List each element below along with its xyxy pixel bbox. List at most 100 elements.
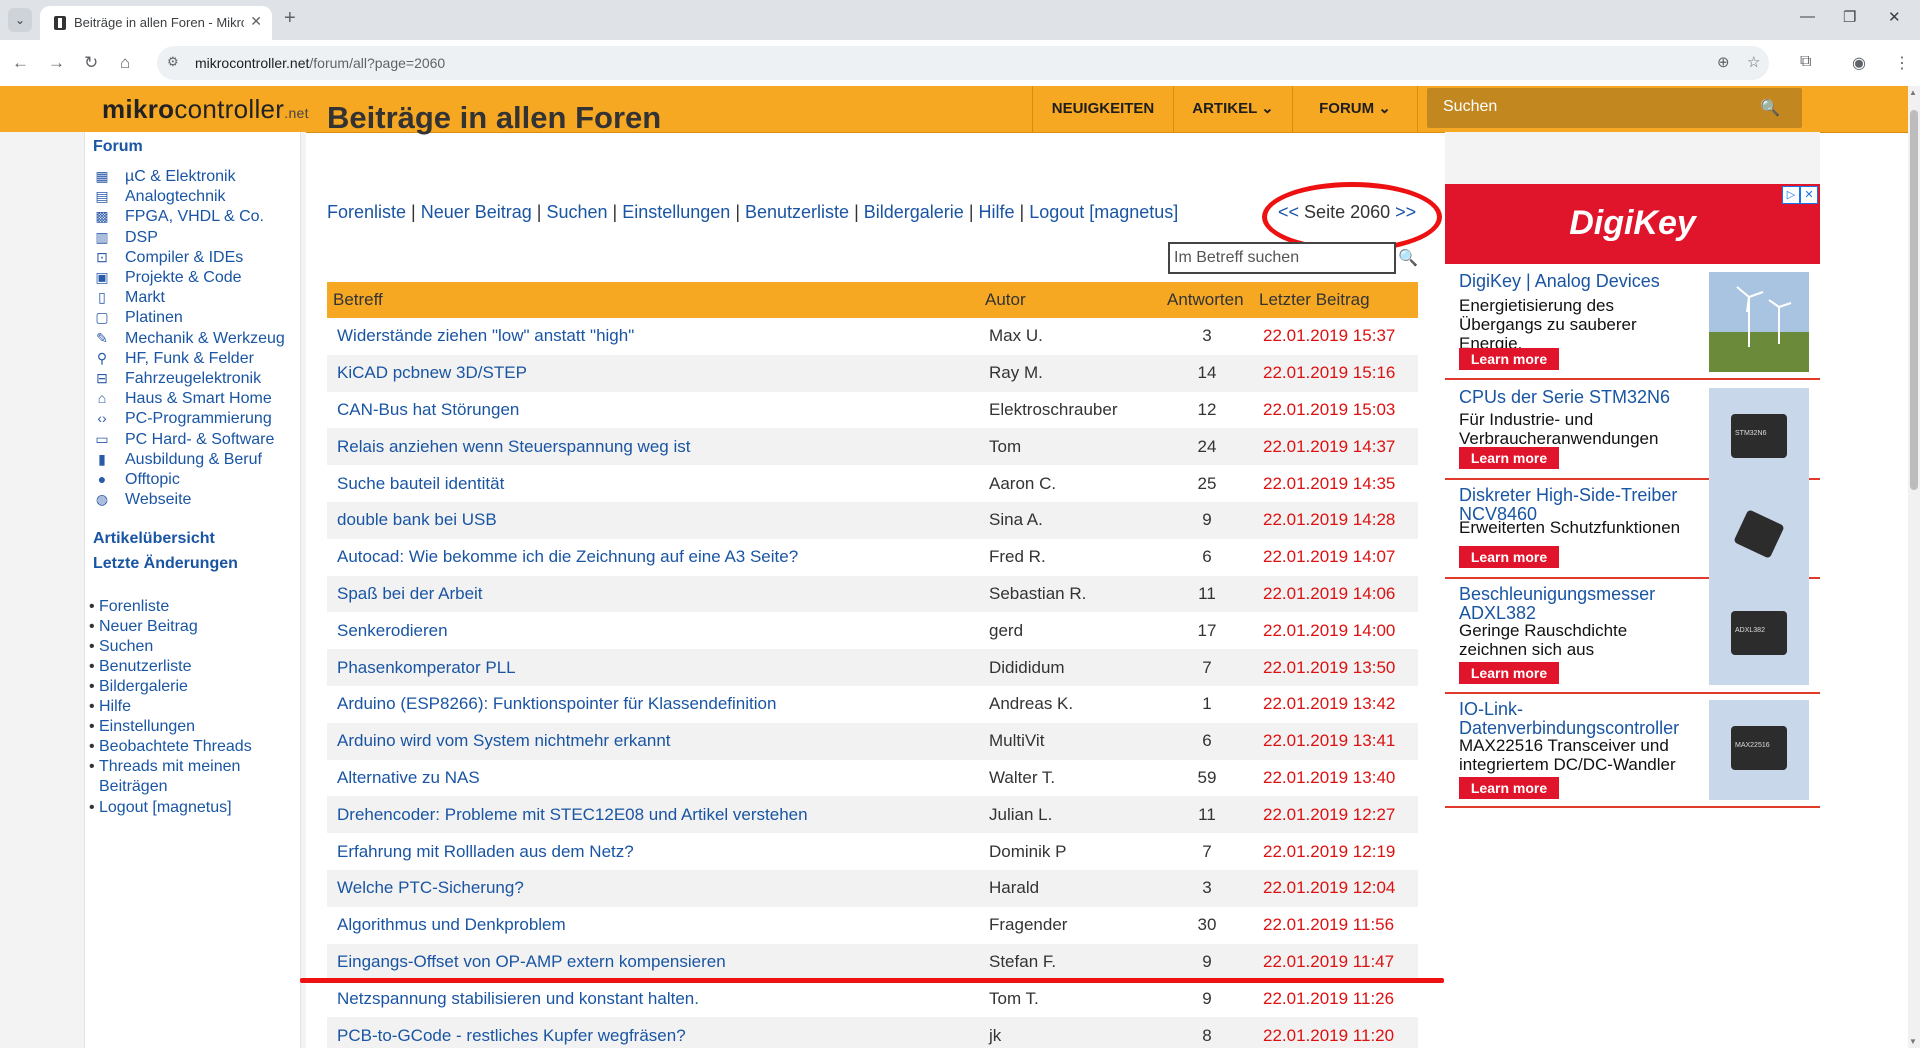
sidebar-forum-item[interactable]: ‹› PC-Programmierung <box>93 410 271 428</box>
sidebar-link[interactable]: Benutzerliste <box>89 658 191 676</box>
site-logo[interactable]: mikrocontroller.net <box>102 94 309 125</box>
ad-item[interactable]: Diskreter High-Side-Treiber NCV8460 Erwei… <box>1445 478 1820 586</box>
back-icon[interactable]: ← <box>12 53 29 73</box>
sidebar-latest-changes[interactable]: Letzte Änderungen <box>93 555 238 573</box>
nav-link[interactable]: Bildergalerie <box>864 202 964 222</box>
thread-subject-link[interactable]: Senkerodieren <box>327 612 979 649</box>
ad-item[interactable]: CPUs der Serie STM32N6 Für Industrie- und… <box>1445 380 1820 488</box>
browser-menu-icon[interactable]: ⋮ <box>1894 53 1910 73</box>
col-autor[interactable]: Autor <box>979 282 1161 318</box>
thread-last-post[interactable]: 22.01.2019 13:50 <box>1253 649 1418 686</box>
sidebar-link[interactable]: Logout [magnetus] <box>89 799 232 817</box>
thread-last-post[interactable]: 22.01.2019 12:27 <box>1253 796 1418 834</box>
menu-artikel[interactable]: ARTIKEL ⌄ <box>1173 86 1292 132</box>
thread-last-post[interactable]: 22.01.2019 15:37 <box>1253 318 1418 355</box>
sidebar-forum-item[interactable]: ⊟ Fahrzeugelektronik <box>93 370 261 388</box>
ad-item[interactable]: Beschleunigungsmesser ADXL382 Geringe Rau… <box>1445 577 1820 694</box>
new-tab-icon[interactable]: + <box>284 7 296 30</box>
thread-last-post[interactable]: 22.01.2019 14:00 <box>1253 612 1418 649</box>
thread-last-post[interactable]: 22.01.2019 11:26 <box>1253 980 1418 1017</box>
scrollbar-thumb[interactable] <box>1910 110 1918 490</box>
sidebar-forum-item[interactable]: ▩ FPGA, VHDL & Co. <box>93 208 264 226</box>
home-icon[interactable]: ⌂ <box>120 53 130 73</box>
ad-title[interactable]: DigiKey | Analog Devices <box>1459 272 1699 291</box>
ad-close-icon[interactable]: ✕ <box>1800 186 1818 204</box>
search-icon[interactable]: 🔍 <box>1760 98 1780 118</box>
thread-last-post[interactable]: 22.01.2019 14:07 <box>1253 539 1418 576</box>
learn-more-button[interactable]: Learn more <box>1459 662 1559 684</box>
subject-search-input[interactable]: Im Betreff suchen <box>1168 242 1396 274</box>
thread-subject-link[interactable]: Eingangs-Offset von OP-AMP extern kompen… <box>327 943 979 981</box>
sidebar-forum-item[interactable]: ▮ Ausbildung & Beruf <box>93 451 262 469</box>
nav-link[interactable]: Forenliste <box>327 202 406 222</box>
menu-neuigkeiten[interactable]: NEUIGKEITEN <box>1032 86 1173 132</box>
ad-title[interactable]: Beschleunigungsmesser ADXL382 <box>1459 585 1699 623</box>
sidebar-link[interactable]: Neuer Beitrag <box>89 618 198 636</box>
sidebar-link[interactable]: Threads mit meinen <box>89 758 240 776</box>
site-info-icon[interactable]: ⚙ <box>167 54 179 70</box>
thread-subject-link[interactable]: Autocad: Wie bekomme ich die Zeichnung a… <box>327 539 979 576</box>
minimize-icon[interactable]: — <box>1800 8 1815 25</box>
learn-more-button[interactable]: Learn more <box>1459 447 1559 469</box>
thread-last-post[interactable]: 22.01.2019 13:42 <box>1253 686 1418 723</box>
thread-last-post[interactable]: 22.01.2019 11:20 <box>1253 1017 1418 1048</box>
sidebar-forum-item[interactable]: ▯ Markt <box>93 289 165 307</box>
nav-link[interactable]: Suchen <box>546 202 607 222</box>
thread-subject-link[interactable]: Arduino wird vom System nichtmehr erkann… <box>327 722 979 760</box>
sidebar-forum-item[interactable]: ▢ Platinen <box>93 309 182 327</box>
thread-subject-link[interactable]: KiCAD pcbnew 3D/STEP <box>327 354 979 392</box>
thread-last-post[interactable]: 22.01.2019 14:37 <box>1253 428 1418 466</box>
thread-last-post[interactable]: 22.01.2019 14:35 <box>1253 465 1418 502</box>
extensions-icon[interactable]: ⧉ <box>1800 53 1811 71</box>
sidebar-forum-item[interactable]: ⌂ Haus & Smart Home <box>93 390 272 408</box>
thread-subject-link[interactable]: Arduino (ESP8266): Funktionspointer für … <box>327 686 979 723</box>
ad-item[interactable]: IO-Link-Datenverbindungscontroller MAX225… <box>1445 692 1820 808</box>
sidebar-forum-heading[interactable]: Forum <box>93 138 143 156</box>
sidebar-articles-overview[interactable]: Artikelübersicht <box>93 530 215 548</box>
thread-subject-link[interactable]: Spaß bei der Arbeit <box>327 575 979 613</box>
url-text[interactable]: mikrocontroller.net/forum/all?page=2060 <box>195 55 445 71</box>
sidebar-forum-item[interactable]: ◍ Webseite <box>93 491 192 509</box>
sidebar-forum-item[interactable]: ▣ Projekte & Code <box>93 269 241 287</box>
thread-last-post[interactable]: 22.01.2019 14:28 <box>1253 501 1418 539</box>
forward-icon[interactable]: → <box>48 53 65 73</box>
thread-last-post[interactable]: 22.01.2019 13:40 <box>1253 760 1418 797</box>
ad-title[interactable]: IO-Link-Datenverbindungscontroller <box>1459 700 1699 738</box>
col-letzter-beitrag[interactable]: Letzter Beitrag <box>1253 282 1418 318</box>
thread-last-post[interactable]: 22.01.2019 12:19 <box>1253 833 1418 870</box>
browser-tab[interactable]: Beiträge in allen Foren - Mikroc ✕ <box>40 6 272 40</box>
thread-last-post[interactable]: 22.01.2019 13:41 <box>1253 722 1418 760</box>
sidebar-link[interactable]: Suchen <box>89 638 153 656</box>
ad-title[interactable]: CPUs der Serie STM32N6 <box>1459 388 1699 407</box>
sidebar-forum-item[interactable]: ▤ Analogtechnik <box>93 188 225 206</box>
stm32-chip-image[interactable]: STM32N6 <box>1709 388 1809 488</box>
scroll-down-icon[interactable]: ▼ <box>1909 1037 1917 1046</box>
subject-search-icon[interactable]: 🔍 <box>1398 248 1418 268</box>
col-betreff[interactable]: Betreff <box>327 282 979 318</box>
window-close-icon[interactable]: ✕ <box>1888 8 1901 26</box>
nav-link[interactable]: Logout [magnetus] <box>1029 202 1178 222</box>
thread-last-post[interactable]: 22.01.2019 14:06 <box>1253 575 1418 613</box>
sidebar-link[interactable]: Beobachtete Threads <box>89 738 252 756</box>
thread-subject-link[interactable]: CAN-Bus hat Störungen <box>327 392 979 429</box>
sidebar-forum-item[interactable]: ▥ DSP <box>93 229 158 247</box>
learn-more-button[interactable]: Learn more <box>1459 546 1559 568</box>
thread-subject-link[interactable]: Relais anziehen wenn Steuerspannung weg … <box>327 428 979 466</box>
scroll-up-icon[interactable]: ▲ <box>1909 88 1917 97</box>
page-scrollbar[interactable]: ▲ ▼ <box>1908 86 1920 1048</box>
sidebar-link[interactable]: Beiträgen <box>99 778 168 796</box>
max22516-chip-image[interactable]: MAX22516 <box>1709 700 1809 800</box>
sidebar-link[interactable]: Forenliste <box>89 598 169 616</box>
adxl382-chip-image[interactable]: ADXL382 <box>1709 585 1809 685</box>
menu-forum[interactable]: FORUM ⌄ <box>1292 86 1418 132</box>
thread-last-post[interactable]: 22.01.2019 15:16 <box>1253 354 1418 392</box>
digikey-banner[interactable]: DigiKey ▷ ✕ <box>1445 184 1820 264</box>
ncv8460-chip-image[interactable] <box>1709 486 1809 586</box>
thread-subject-link[interactable]: Widerstände ziehen "low" anstatt "high" <box>327 318 979 355</box>
nav-link[interactable]: Benutzerliste <box>745 202 849 222</box>
thread-subject-link[interactable]: PCB-to-GCode - restliches Kupfer wegfräs… <box>327 1017 979 1048</box>
sidebar-forum-item[interactable]: ▦ µC & Elektronik <box>93 168 235 186</box>
thread-subject-link[interactable]: Welche PTC-Sicherung? <box>327 869 979 907</box>
sidebar-forum-item[interactable]: ⊡ Compiler & IDEs <box>93 249 243 267</box>
thread-subject-link[interactable]: Phasenkomperator PLL <box>327 649 979 686</box>
